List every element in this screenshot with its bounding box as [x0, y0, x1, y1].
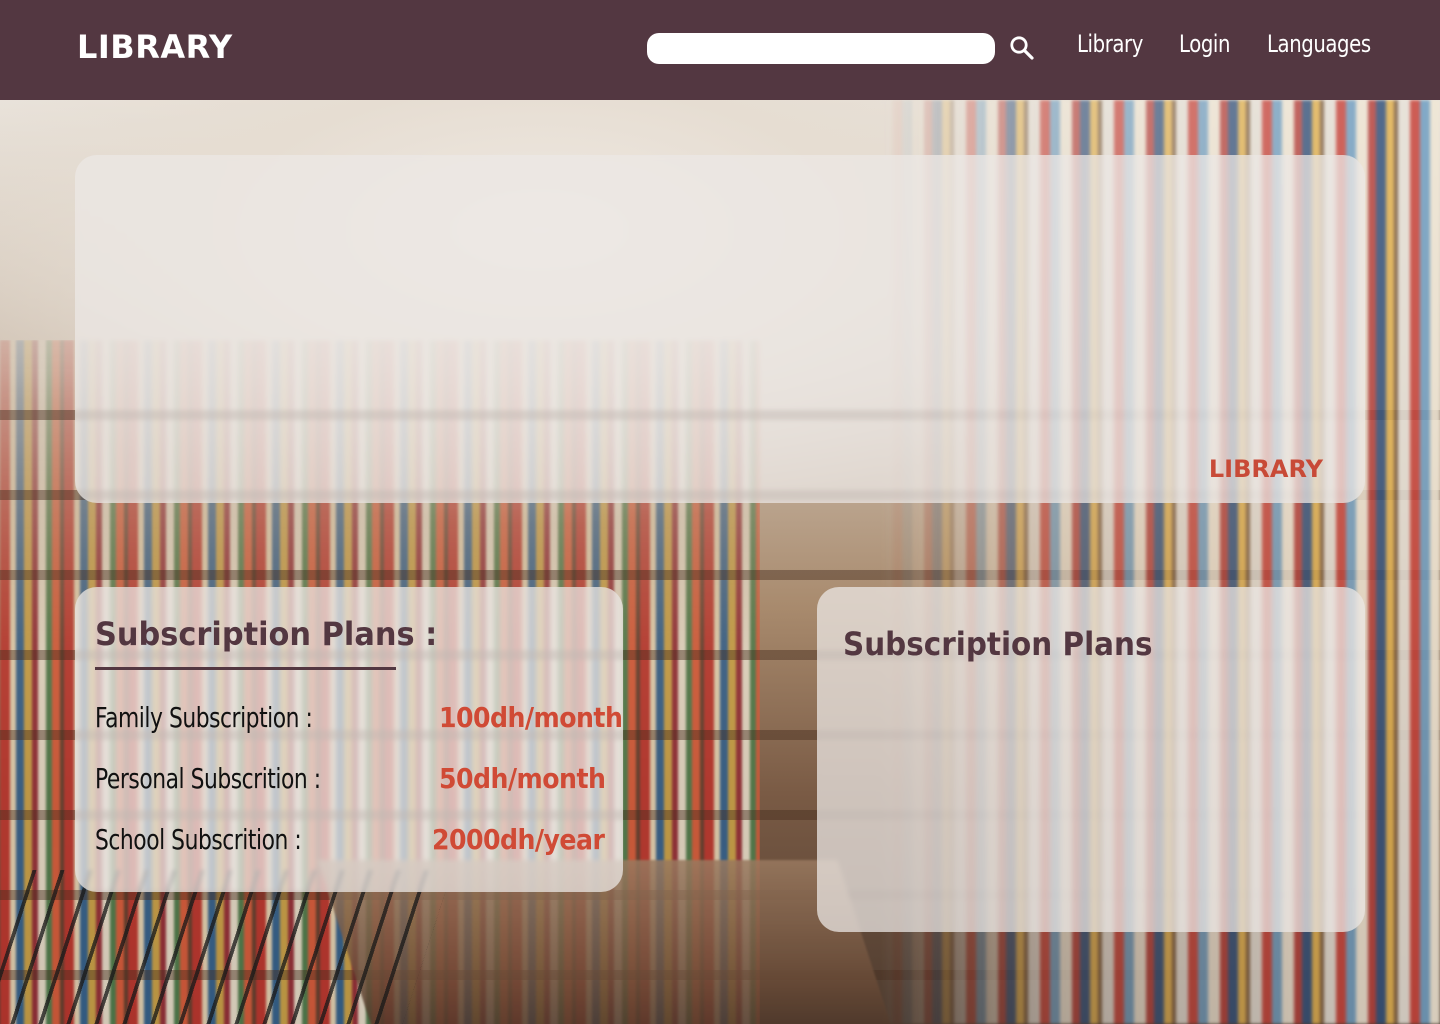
search-input[interactable]: [647, 33, 995, 64]
top-navbar: LIBRARY Library Login Languages: [0, 0, 1440, 100]
plan-name: School Subscrition :: [95, 823, 302, 856]
plan-price: 2000dh/year: [432, 823, 605, 856]
title-underline: [95, 667, 396, 670]
nav-link-login[interactable]: Login: [1179, 30, 1230, 58]
plan-row-family[interactable]: Family Subscription : 100dh/month: [95, 701, 623, 741]
brand-logo[interactable]: LIBRARY: [77, 28, 233, 66]
plan-name: Personal Subscrition :: [95, 762, 321, 795]
nav-link-languages[interactable]: Languages: [1267, 30, 1371, 58]
search-icon[interactable]: [1008, 34, 1036, 62]
plan-row-personal[interactable]: Personal Subscrition : 50dh/month: [95, 762, 611, 802]
subscription-plans-title: Subscription Plans :: [95, 615, 438, 653]
subscription-plans-card-2: Subscription Plans: [817, 587, 1365, 932]
plan-price: 50dh/month: [439, 762, 606, 795]
railing: [0, 870, 453, 1024]
subscription-plans-title-2: Subscription Plans: [843, 625, 1153, 663]
subscription-plans-card: Subscription Plans : Family Subscription…: [75, 587, 623, 892]
plan-name: Family Subscription :: [95, 701, 313, 734]
plan-row-school[interactable]: School Subscrition : 2000dh/year: [95, 823, 611, 863]
hero-library-tag: LIBRARY: [1208, 455, 1323, 483]
nav-link-library[interactable]: Library: [1077, 30, 1143, 58]
plan-price: 100dh/month: [439, 701, 623, 734]
hero-card: LIBRARY: [75, 155, 1365, 503]
